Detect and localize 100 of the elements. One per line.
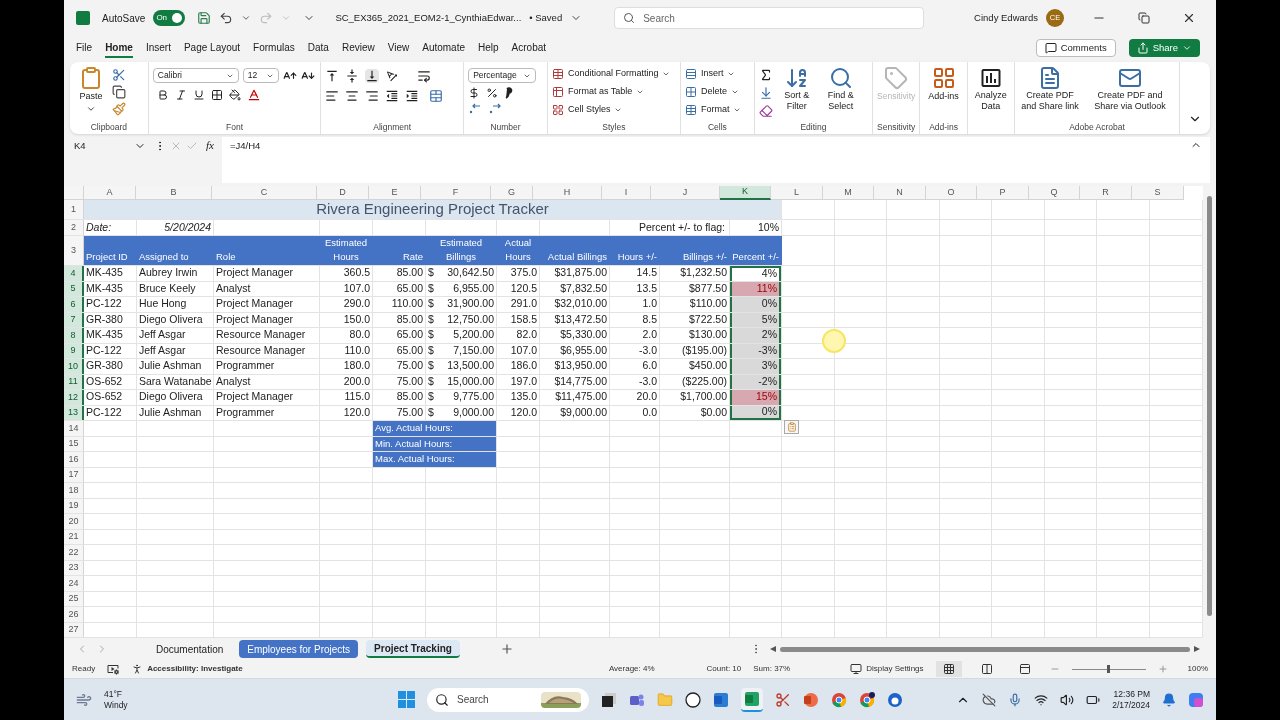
excel-app-icon[interactable]	[744, 690, 760, 707]
comma-style-icon[interactable]	[504, 87, 515, 99]
italic-icon[interactable]	[174, 89, 187, 101]
formula-field[interactable]: =J4/H4	[221, 137, 1210, 183]
restore-icon[interactable]	[1138, 12, 1150, 24]
borders-icon[interactable]	[210, 89, 223, 101]
scroll-right-icon[interactable]	[1194, 646, 1200, 652]
pdf-button[interactable]: Create PDF and Share link	[1019, 66, 1081, 112]
menu-tab[interactable]: Home	[105, 38, 133, 58]
snipping-tool-icon[interactable]	[775, 691, 791, 708]
align-center-icon[interactable]	[345, 89, 360, 103]
horizontal-scrollbar[interactable]	[770, 643, 1200, 655]
bottom-align-icon[interactable]	[365, 69, 380, 83]
menu-tab[interactable]: Help	[478, 38, 499, 58]
wind-icon[interactable]	[76, 691, 92, 708]
zoom-slider[interactable]	[1071, 665, 1146, 673]
sheet-tab[interactable]: Employees for Projects	[239, 640, 359, 658]
font-name-field[interactable]: Calibri	[152, 68, 239, 83]
middle-align-icon[interactable]	[345, 69, 360, 83]
decrease-decimal-icon[interactable]	[488, 103, 503, 115]
cells-button[interactable]: Insert	[684, 66, 742, 81]
macro-recording-icon[interactable]	[107, 663, 120, 675]
menu-tab[interactable]: Formulas	[253, 38, 295, 58]
style-button[interactable]: Conditional Formatting	[551, 66, 671, 81]
display-settings-button[interactable]: Display Settings	[850, 663, 924, 675]
top-align-icon[interactable]	[325, 69, 340, 83]
increase-indent-icon[interactable]	[405, 89, 420, 103]
vertical-scrollbar[interactable]	[1203, 186, 1216, 638]
autosave-toggle[interactable]: On	[153, 10, 186, 26]
caret-icon[interactable]	[241, 13, 252, 23]
clear-icon[interactable]	[758, 104, 773, 118]
search-field[interactable]: Search	[614, 7, 925, 29]
font-size-field[interactable]: 12	[242, 68, 279, 83]
style-button[interactable]: Cell Styles	[551, 102, 671, 117]
sheet-tab[interactable]: Project Tracking	[366, 640, 460, 658]
scroll-left-icon[interactable]	[770, 646, 776, 652]
add-ins-button[interactable]: Add-ins	[924, 66, 963, 104]
save-status[interactable]: • Saved	[529, 10, 563, 26]
fill-icon[interactable]	[758, 86, 773, 100]
save-icon[interactable]	[197, 11, 212, 25]
menu-tab[interactable]: Page Layout	[183, 38, 241, 58]
cells-button[interactable]: Format	[684, 102, 742, 117]
copilot-icon[interactable]	[1188, 691, 1204, 708]
cut-icon[interactable]	[112, 68, 126, 82]
wifi-icon[interactable]	[1034, 692, 1049, 707]
decrease-indent-icon[interactable]	[385, 89, 400, 103]
powerpoint-app-icon[interactable]	[803, 691, 819, 708]
menu-tab[interactable]: Automate	[422, 38, 466, 58]
view-button[interactable]	[935, 661, 962, 677]
zoom-level: 100%	[1187, 663, 1208, 675]
task-view-icon[interactable]	[601, 691, 617, 708]
weather-text: Windy	[104, 699, 129, 711]
close-icon[interactable]	[1182, 11, 1196, 25]
undo-icon[interactable]	[219, 11, 234, 25]
wrap-text-icon[interactable]	[417, 69, 432, 83]
editing-button[interactable]: Find & Select	[820, 66, 861, 112]
menu-tab[interactable]: Acrobat	[511, 38, 547, 58]
cells-button[interactable]: Delete	[684, 84, 742, 99]
start-icon[interactable]	[398, 691, 415, 708]
bold-icon[interactable]	[156, 89, 169, 101]
menu-tab[interactable]: Review	[341, 38, 375, 58]
microphone-icon[interactable]	[1008, 692, 1023, 707]
comments-button[interactable]: Comments	[1035, 39, 1116, 57]
menu-tab[interactable]: Data	[307, 38, 329, 58]
word-app-icon[interactable]	[713, 691, 729, 708]
share-button[interactable]: Share	[1128, 39, 1200, 57]
volume-icon[interactable]	[1060, 692, 1075, 707]
circle-logo-icon[interactable]	[685, 691, 701, 708]
orientation-icon[interactable]	[385, 69, 400, 83]
percent-icon[interactable]	[486, 87, 499, 99]
underline-icon[interactable]	[192, 89, 205, 101]
add-sheet-icon[interactable]	[499, 642, 514, 656]
align-right-icon[interactable]	[365, 89, 380, 103]
table-cell-text: Diego Olivera	[138, 312, 204, 327]
paste-button[interactable]: Paste	[74, 66, 108, 114]
browser-icon[interactable]	[859, 691, 875, 708]
style-button[interactable]: Format as Table	[551, 84, 671, 99]
copy-icon[interactable]	[112, 85, 126, 99]
menu-tab[interactable]: Insert	[145, 38, 171, 58]
table-cell-text: 82.0	[515, 328, 538, 343]
app-icon[interactable]	[887, 691, 903, 708]
number-format-field[interactable]: Percentage	[468, 68, 537, 83]
menu-tab[interactable]: File	[76, 38, 93, 58]
menu-tab[interactable]: View	[387, 38, 410, 58]
increase-decimal-icon[interactable]	[468, 103, 483, 115]
analyze-data-button[interactable]: Analyze Data	[971, 66, 1010, 112]
insert-function-button[interactable]: fx	[202, 137, 218, 154]
align-left-icon[interactable]	[325, 89, 340, 103]
fill-color-icon[interactable]	[228, 89, 241, 101]
notification-icon[interactable]	[1162, 692, 1176, 707]
editing-button[interactable]: Sort & Filter	[776, 66, 817, 112]
taskbar-search-field[interactable]: Search	[427, 687, 589, 712]
accessibility-status[interactable]: Accessibility: Investigate	[131, 663, 243, 675]
currency-icon[interactable]	[468, 87, 481, 99]
font-color-icon[interactable]	[246, 88, 261, 102]
table-cell-text: Analyst	[215, 281, 252, 296]
table-cell-text: $130.00	[688, 328, 728, 343]
merge-cells-icon[interactable]	[429, 89, 444, 103]
pdf-button[interactable]: Create PDF and Share via Outlook	[1085, 66, 1175, 112]
cloud-icon[interactable]	[982, 692, 997, 707]
